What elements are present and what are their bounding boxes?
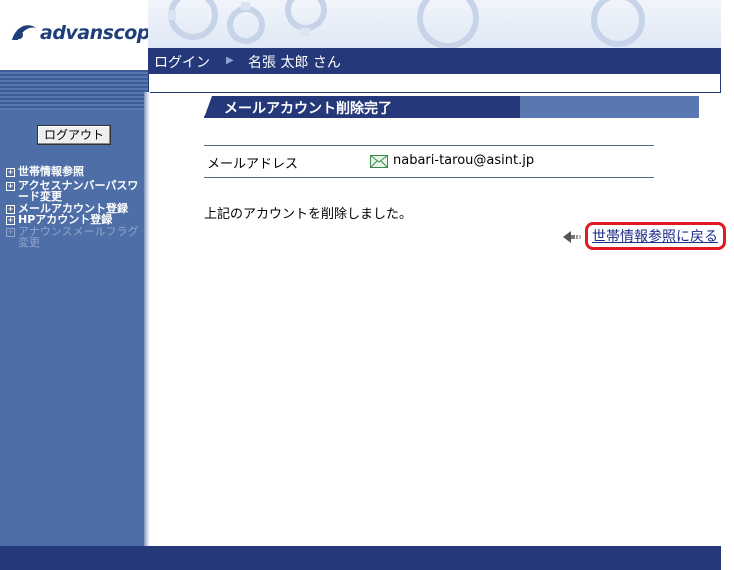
- header-banner: [148, 0, 721, 48]
- advanscope-logo-icon: [12, 25, 36, 40]
- separator-arrow-icon: ▶: [226, 55, 234, 66]
- sidebar-stripes: [0, 70, 148, 110]
- plus-box-icon: +: [6, 205, 15, 214]
- user-name: 名張 太郎 さん: [248, 55, 341, 71]
- info-box: [148, 74, 721, 93]
- logout-button[interactable]: ログアウト: [37, 125, 111, 145]
- logo-text: advanscope: [40, 22, 163, 44]
- gear-decoration-icon: [168, 0, 645, 48]
- plus-box-icon: +: [6, 182, 15, 191]
- divider: [204, 145, 654, 146]
- back-arrow-icon: [563, 231, 581, 243]
- mail-icon: [370, 155, 388, 168]
- result-message: 上記のアカウントを削除しました。: [204, 207, 413, 222]
- footer-bar: [0, 546, 721, 570]
- sidebar-item-access-password[interactable]: + アクセスナンバーパスワード変更: [6, 180, 144, 202]
- sidebar-edge: [144, 92, 150, 546]
- plus-box-icon: +: [6, 228, 15, 237]
- user-bar: ログイン ▶ 名張 太郎 さん: [148, 48, 721, 74]
- plus-box-icon: +: [6, 216, 15, 225]
- divider: [204, 177, 654, 178]
- mail-address-label: メールアドレス: [207, 157, 299, 172]
- plus-box-icon: +: [6, 168, 15, 177]
- sidebar: ログアウト + 世帯情報参照 + アクセスナンバーパスワード変更 + メールアカウント…: [0, 70, 148, 546]
- page-title-bar: メールアカウント削除完了: [204, 96, 699, 118]
- login-label: ログイン: [154, 55, 210, 71]
- mail-address-value: nabari-tarou@asint.jp: [393, 153, 535, 168]
- highlight-annotation: [585, 222, 726, 250]
- title-underline: [204, 116, 222, 118]
- sidebar-item-household-info[interactable]: + 世帯情報参照: [6, 166, 146, 177]
- sidebar-item-announce-flag: + アナウンスメールフラグ変更: [6, 225, 139, 249]
- page-title: メールアカウント削除完了: [224, 101, 392, 117]
- logo-area: advanscope: [0, 0, 163, 70]
- sidebar-item-hp-account[interactable]: + HPアカウント登録: [6, 214, 146, 225]
